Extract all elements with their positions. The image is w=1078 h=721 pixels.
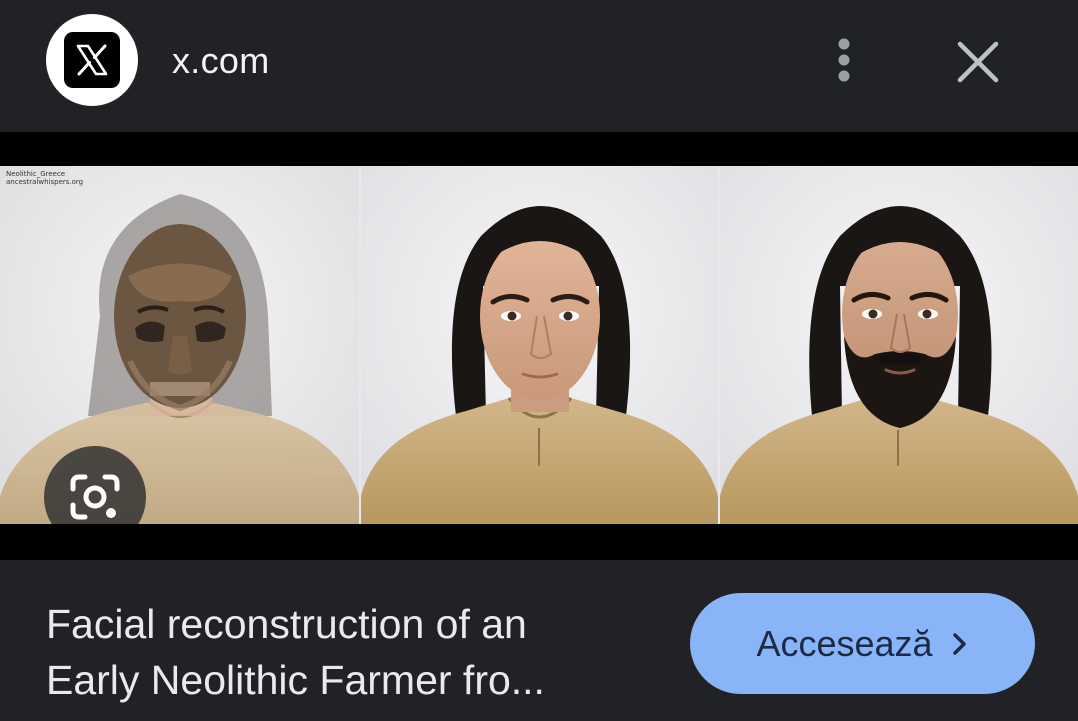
image-preview-screen: x.com Neolithic_Greece ancestralwhispers… [0, 0, 1078, 721]
preview-image[interactable]: Neolithic_Greece ancestralwhispers.org [0, 166, 1078, 524]
visit-button-label: Accesează [756, 622, 933, 664]
close-button[interactable] [950, 34, 1006, 90]
reconstruction-panel-bearded [720, 166, 1078, 524]
header: x.com [0, 0, 1078, 132]
image-watermark: Neolithic_Greece ancestralwhispers.org [6, 170, 84, 186]
more-vert-icon [838, 38, 850, 82]
site-logo[interactable] [46, 14, 138, 106]
visit-site-button[interactable]: Accesează [690, 593, 1035, 694]
site-name[interactable]: x.com [172, 40, 270, 82]
reconstruction-panel-clean-shaven [361, 166, 718, 524]
caption-line-2: Early Neolithic Farmer fro... [46, 657, 545, 703]
more-options-button[interactable] [820, 34, 868, 86]
chevron-right-icon [952, 632, 966, 655]
google-lens-icon [70, 474, 120, 520]
close-icon [957, 41, 999, 83]
image-caption: Facial reconstruction of an Early Neolit… [46, 596, 646, 708]
caption-line-1: Facial reconstruction of an [46, 601, 527, 647]
x-logo-icon [64, 32, 120, 88]
image-viewer[interactable]: Neolithic_Greece ancestralwhispers.org [0, 132, 1078, 560]
